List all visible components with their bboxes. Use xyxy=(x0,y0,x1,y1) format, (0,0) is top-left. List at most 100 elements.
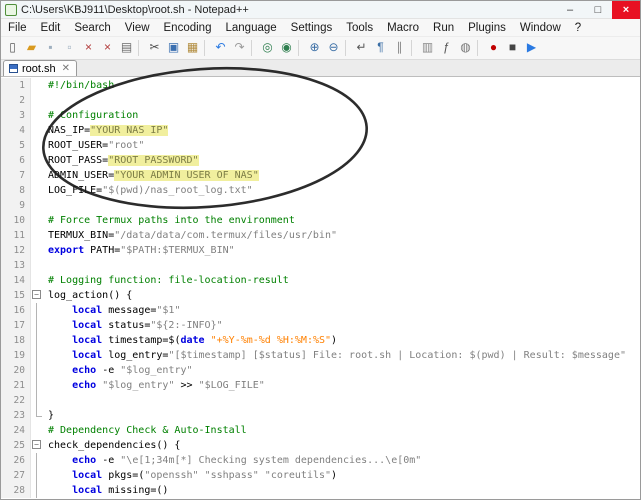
code-line: 4NAS_IP="YOUR NAS IP" xyxy=(1,123,640,138)
fold-line xyxy=(36,468,37,483)
maximize-button[interactable]: □ xyxy=(584,1,612,19)
fold-margin xyxy=(31,303,44,318)
fold-margin xyxy=(31,123,44,138)
line-number: 23 xyxy=(1,408,31,423)
menu-item-edit[interactable]: Edit xyxy=(34,20,68,36)
menu-item-view[interactable]: View xyxy=(118,20,157,36)
menu-item-language[interactable]: Language xyxy=(218,20,283,36)
code-text xyxy=(44,198,48,213)
fold-collapse-icon[interactable]: − xyxy=(32,290,41,299)
menu-item-window[interactable]: Window xyxy=(513,20,568,36)
fold-margin xyxy=(31,108,44,123)
code-text: local missing=() xyxy=(44,483,168,498)
fold-margin xyxy=(31,228,44,243)
fold-margin xyxy=(31,378,44,393)
code-line: 6ROOT_PASS="ROOT PASSWORD" xyxy=(1,153,640,168)
fold-margin xyxy=(31,348,44,363)
zoom-in-icon[interactable]: ⊕ xyxy=(306,39,323,57)
fold-margin xyxy=(31,93,44,108)
menu-item-settings[interactable]: Settings xyxy=(284,20,340,36)
code-text: local log_entry="[$timestamp] [$status] … xyxy=(44,348,626,363)
copy-icon[interactable]: ▣ xyxy=(165,39,182,57)
code-text: # Logging function: file-location-result xyxy=(44,273,289,288)
code-text: echo "$log_entry" >> "$LOG_FILE" xyxy=(44,378,265,393)
word-wrap-icon[interactable]: ↵ xyxy=(353,39,370,57)
menu-item-encoding[interactable]: Encoding xyxy=(157,20,219,36)
play-macro-icon[interactable]: ▶ xyxy=(523,39,540,57)
line-number: 20 xyxy=(1,363,31,378)
fold-margin xyxy=(31,243,44,258)
tab-label: root.sh xyxy=(22,63,56,75)
fold-margin xyxy=(31,318,44,333)
line-number: 18 xyxy=(1,333,31,348)
line-number: 22 xyxy=(1,393,31,408)
code-line: 17 local status="${2:-INFO}" xyxy=(1,318,640,333)
indent-guide-icon[interactable]: ∥ xyxy=(391,39,408,57)
code-text xyxy=(44,258,48,273)
line-number: 13 xyxy=(1,258,31,273)
menu-item-search[interactable]: Search xyxy=(67,20,117,36)
zoom-out-icon[interactable]: ⊖ xyxy=(325,39,342,57)
line-number: 11 xyxy=(1,228,31,243)
code-editor[interactable]: 1#!/bin/bash23# Configuration4NAS_IP="YO… xyxy=(1,78,640,499)
code-text: ROOT_USER="root" xyxy=(44,138,144,153)
print-icon[interactable]: ▤ xyxy=(118,39,135,57)
paste-icon[interactable]: ▦ xyxy=(184,39,201,57)
fold-margin: − xyxy=(31,288,44,303)
cut-icon[interactable]: ✂ xyxy=(146,39,163,57)
line-number: 12 xyxy=(1,243,31,258)
redo-icon[interactable]: ↷ xyxy=(231,39,248,57)
menu-item-tools[interactable]: Tools xyxy=(339,20,380,36)
show-all-chars-icon[interactable]: ¶ xyxy=(372,39,389,57)
menu-item-file[interactable]: File xyxy=(1,20,34,36)
doc-map-icon[interactable]: ▥ xyxy=(419,39,436,57)
code-line: 22 xyxy=(1,393,640,408)
toolbar: ▯▰▪▫××▤✂▣▦↶↷◎◉⊕⊖↵¶∥▥ƒ◍●■▶ xyxy=(1,37,640,60)
line-number: 25 xyxy=(1,438,31,453)
tab-close-icon[interactable]: ✕ xyxy=(62,64,70,74)
code-text: local status="${2:-INFO}" xyxy=(44,318,223,333)
menu-item-plugins[interactable]: Plugins xyxy=(461,20,513,36)
code-text xyxy=(44,393,48,408)
fold-collapse-icon[interactable]: − xyxy=(32,440,41,449)
toolbar-separator xyxy=(345,40,350,56)
record-macro-icon[interactable]: ● xyxy=(485,39,502,57)
stop-macro-icon[interactable]: ■ xyxy=(504,39,521,57)
code-line: 5ROOT_USER="root" xyxy=(1,138,640,153)
code-text: # Force Termux paths into the environmen… xyxy=(44,213,295,228)
fold-line xyxy=(36,303,37,318)
line-number: 19 xyxy=(1,348,31,363)
close-button[interactable]: × xyxy=(612,1,640,19)
tab-bar: root.sh ✕ xyxy=(1,60,640,77)
toolbar-separator xyxy=(477,40,482,56)
minimize-button[interactable]: – xyxy=(556,1,584,19)
fold-margin xyxy=(31,453,44,468)
code-line: 8LOG_FILE="$(pwd)/nas_root_log.txt" xyxy=(1,183,640,198)
new-file-icon[interactable]: ▯ xyxy=(4,39,21,57)
fold-margin xyxy=(31,363,44,378)
fold-margin xyxy=(31,333,44,348)
replace-icon[interactable]: ◉ xyxy=(278,39,295,57)
line-number: 14 xyxy=(1,273,31,288)
tab-root-sh[interactable]: root.sh ✕ xyxy=(3,60,77,76)
menu-item-macro[interactable]: Macro xyxy=(380,20,426,36)
line-number: 17 xyxy=(1,318,31,333)
find-icon[interactable]: ◎ xyxy=(259,39,276,57)
function-list-icon[interactable]: ƒ xyxy=(438,39,455,57)
save-all-icon[interactable]: ▫ xyxy=(61,39,78,57)
code-line: 18 local timestamp=$(date "+%Y-%m-%d %H:… xyxy=(1,333,640,348)
code-line: 16 local message="$1" xyxy=(1,303,640,318)
fold-margin xyxy=(31,213,44,228)
code-line: 25−check_dependencies() { xyxy=(1,438,640,453)
menu-item-help[interactable]: ? xyxy=(568,20,588,36)
open-folder-icon[interactable]: ▰ xyxy=(23,39,40,57)
menu-item-run[interactable]: Run xyxy=(426,20,461,36)
code-line: 7ADMIN_USER="YOUR ADMIN USER OF NAS" xyxy=(1,168,640,183)
close-file-icon[interactable]: × xyxy=(80,39,97,57)
line-number: 15 xyxy=(1,288,31,303)
line-number: 26 xyxy=(1,453,31,468)
monitoring-icon[interactable]: ◍ xyxy=(457,39,474,57)
save-icon[interactable]: ▪ xyxy=(42,39,59,57)
close-all-icon[interactable]: × xyxy=(99,39,116,57)
undo-icon[interactable]: ↶ xyxy=(212,39,229,57)
